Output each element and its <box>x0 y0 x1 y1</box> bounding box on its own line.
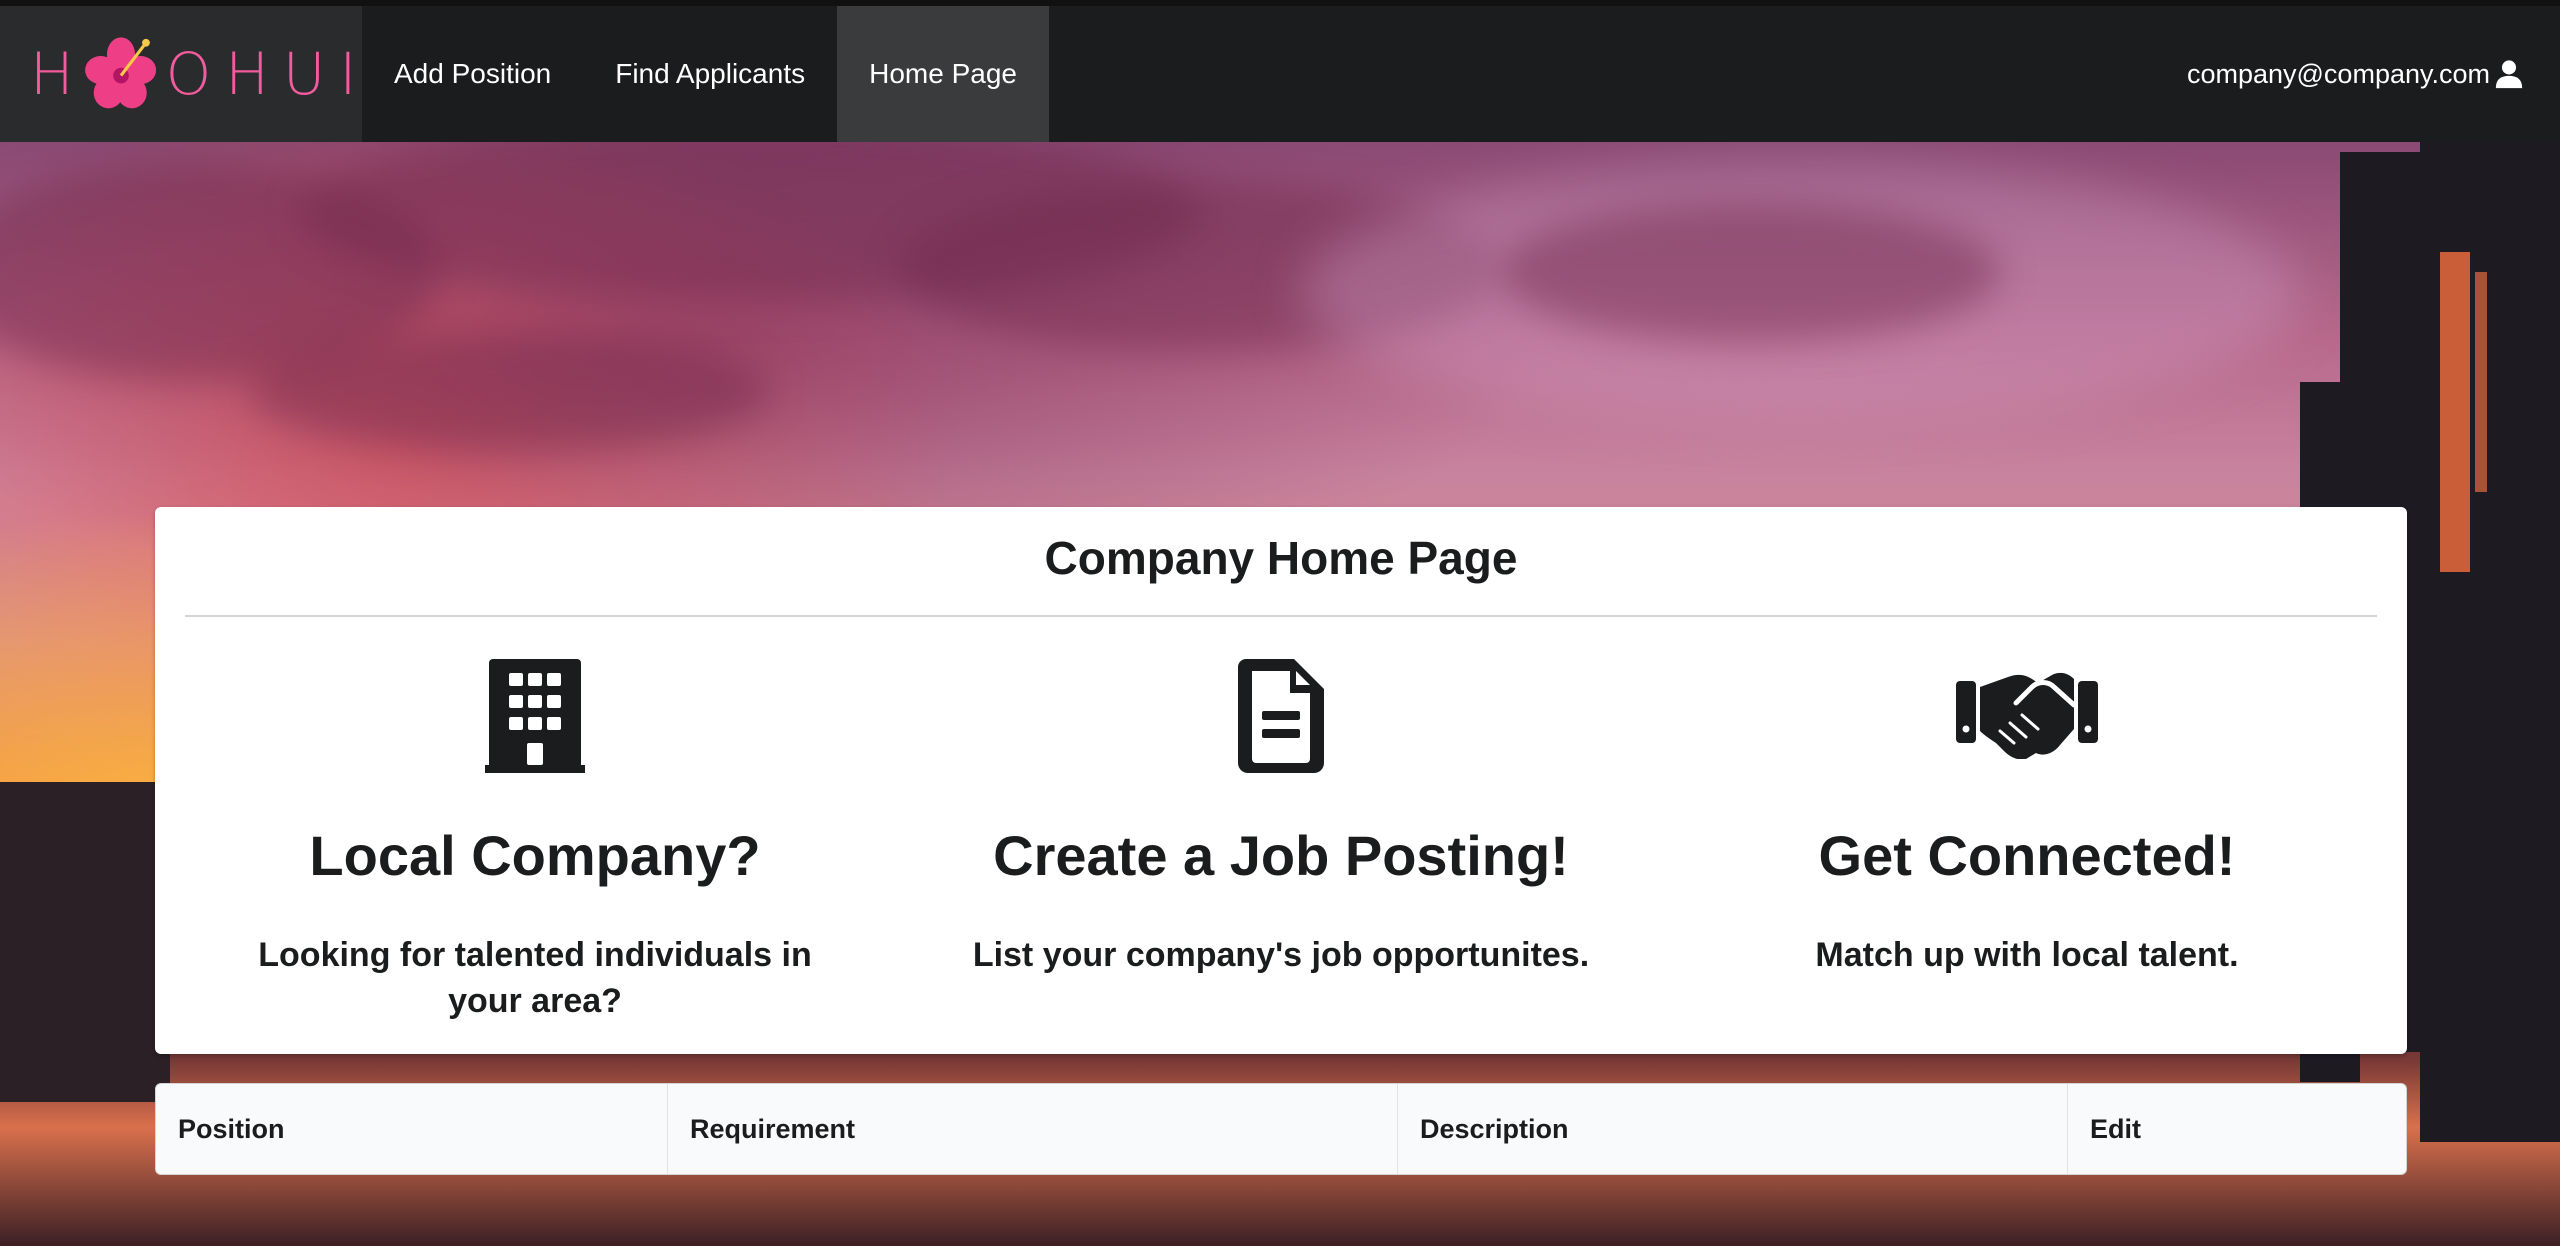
column-header-edit[interactable]: Edit <box>2068 1084 2406 1174</box>
feature-job-posting: Create a Job Posting! List your company'… <box>931 647 1631 978</box>
column-header-position[interactable]: Position <box>156 1084 668 1174</box>
logo-link[interactable]: H OHUI <box>0 6 362 142</box>
home-info-card: Company Home Page Local Company? Looking… <box>155 507 2407 1054</box>
logo-text-right: OHUI <box>165 40 371 108</box>
hibiscus-flower-icon <box>84 37 156 109</box>
user-icon <box>2495 60 2523 89</box>
building-icon <box>485 659 585 773</box>
feature-heading: Get Connected! <box>1818 824 2236 887</box>
feature-heading: Local Company? <box>309 824 761 887</box>
column-header-description[interactable]: Description <box>1398 1084 2068 1174</box>
file-icon <box>1238 659 1324 773</box>
top-navbar: H OHUI Add Position Find Applicants Home… <box>0 0 2560 142</box>
feature-get-connected: Get Connected! Match up with local talen… <box>1677 647 2377 978</box>
user-menu[interactable]: company@company.com <box>2187 6 2560 142</box>
feature-local-company: Local Company? Looking for talented indi… <box>185 647 885 1024</box>
feature-text: Match up with local talent. <box>1815 936 2239 974</box>
title-divider <box>185 615 2377 617</box>
nav-find-applicants[interactable]: Find Applicants <box>583 6 837 142</box>
positions-table-header: Position Requirement Description Edit <box>155 1083 2407 1175</box>
page-title: Company Home Page <box>1044 532 1518 584</box>
column-header-requirement[interactable]: Requirement <box>668 1084 1398 1174</box>
feature-text: List your company's job opportunites. <box>972 936 1590 974</box>
nav-add-position[interactable]: Add Position <box>362 6 583 142</box>
feature-heading: Create a Job Posting! <box>993 824 1569 887</box>
user-email: company@company.com <box>2186 58 2490 89</box>
handshake-icon <box>1956 672 2098 759</box>
logo: H OHUI <box>30 35 370 113</box>
feature-text: Looking for talented individuals in your… <box>258 936 812 1020</box>
nav-home-page[interactable]: Home Page <box>837 6 1049 142</box>
logo-text-left: H <box>30 40 88 108</box>
